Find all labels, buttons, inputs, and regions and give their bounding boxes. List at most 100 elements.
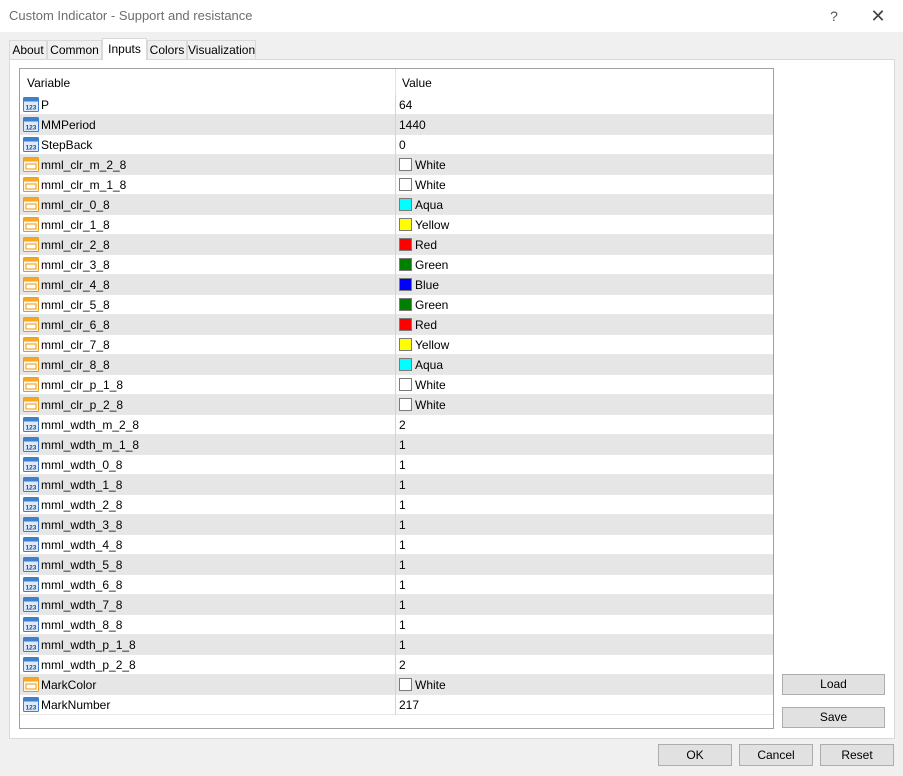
variable-value[interactable]: White xyxy=(415,678,446,692)
variable-name: mml_wdth_5_8 xyxy=(41,558,123,572)
color-swatch[interactable] xyxy=(399,338,412,351)
variable-value[interactable]: 1 xyxy=(399,498,406,512)
tab-colors[interactable]: Colors xyxy=(147,40,187,59)
grid-row[interactable]: 123 mml_wdth_1_8 1 xyxy=(20,475,773,495)
tab-about[interactable]: About xyxy=(9,40,47,59)
grid-row[interactable]: 123 mml_wdth_7_8 1 xyxy=(20,595,773,615)
grid-row[interactable]: mml_clr_8_8 Aqua xyxy=(20,355,773,375)
grid-row[interactable]: 123 mml_wdth_6_8 1 xyxy=(20,575,773,595)
color-swatch[interactable] xyxy=(399,298,412,311)
grid-row[interactable]: mml_clr_p_1_8 White xyxy=(20,375,773,395)
grid-row[interactable]: 123 mml_wdth_m_2_8 2 xyxy=(20,415,773,435)
variable-value[interactable]: Red xyxy=(415,318,437,332)
grid-row[interactable]: MarkColor White xyxy=(20,675,773,695)
grid-row[interactable]: mml_clr_1_8 Yellow xyxy=(20,215,773,235)
svg-text:123: 123 xyxy=(26,665,37,672)
grid-row[interactable]: 123 mml_wdth_0_8 1 xyxy=(20,455,773,475)
grid-row[interactable]: 123 MMPeriod 1440 xyxy=(20,115,773,135)
variable-name: mml_clr_m_1_8 xyxy=(41,178,127,192)
cell-divider xyxy=(395,475,396,495)
reset-button[interactable]: Reset xyxy=(820,744,894,766)
variable-value[interactable]: White xyxy=(415,158,446,172)
cancel-button[interactable]: Cancel xyxy=(739,744,813,766)
color-swatch[interactable] xyxy=(399,318,412,331)
load-button[interactable]: Load xyxy=(782,674,885,695)
grid-row[interactable]: 123 mml_wdth_3_8 1 xyxy=(20,515,773,535)
color-swatch[interactable] xyxy=(399,238,412,251)
cell-divider xyxy=(395,655,396,675)
grid-row[interactable]: mml_clr_7_8 Yellow xyxy=(20,335,773,355)
grid-row[interactable]: mml_clr_0_8 Aqua xyxy=(20,195,773,215)
variable-value[interactable]: 1 xyxy=(399,618,406,632)
variable-value[interactable]: White xyxy=(415,378,446,392)
grid-row[interactable]: mml_clr_m_1_8 White xyxy=(20,175,773,195)
variable-name: mml_clr_4_8 xyxy=(41,278,110,292)
column-divider[interactable] xyxy=(395,69,396,95)
grid-row[interactable]: 123 mml_wdth_8_8 1 xyxy=(20,615,773,635)
color-swatch[interactable] xyxy=(399,278,412,291)
grid-row[interactable]: mml_clr_4_8 Blue xyxy=(20,275,773,295)
grid-row[interactable]: 123 StepBack 0 xyxy=(20,135,773,155)
color-swatch[interactable] xyxy=(399,158,412,171)
column-header-value[interactable]: Value xyxy=(402,76,432,90)
color-swatch[interactable] xyxy=(399,358,412,371)
color-swatch[interactable] xyxy=(399,178,412,191)
tab-inputs[interactable]: Inputs xyxy=(102,38,147,60)
color-swatch[interactable] xyxy=(399,258,412,271)
grid-row[interactable]: 123 mml_wdth_m_1_8 1 xyxy=(20,435,773,455)
variable-value[interactable]: Aqua xyxy=(415,198,443,212)
color-swatch[interactable] xyxy=(399,398,412,411)
variable-value[interactable]: 1440 xyxy=(399,118,426,132)
variable-value[interactable]: Green xyxy=(415,258,448,272)
grid-row[interactable]: 123 mml_wdth_5_8 1 xyxy=(20,555,773,575)
grid-row[interactable]: 123 mml_wdth_4_8 1 xyxy=(20,535,773,555)
variable-value[interactable]: 0 xyxy=(399,138,406,152)
variable-value[interactable]: 1 xyxy=(399,638,406,652)
variable-value[interactable]: Aqua xyxy=(415,358,443,372)
variable-value[interactable]: Yellow xyxy=(415,338,449,352)
color-swatch[interactable] xyxy=(399,678,412,691)
grid-row[interactable]: mml_clr_3_8 Green xyxy=(20,255,773,275)
variable-value[interactable]: Green xyxy=(415,298,448,312)
variable-value[interactable]: Blue xyxy=(415,278,439,292)
number-icon: 123 xyxy=(23,557,39,572)
cell-divider xyxy=(395,95,396,115)
grid-row[interactable]: mml_clr_6_8 Red xyxy=(20,315,773,335)
grid-row[interactable]: 123 mml_wdth_p_2_8 2 xyxy=(20,655,773,675)
variable-value[interactable]: 1 xyxy=(399,518,406,532)
tab-visualization[interactable]: Visualization xyxy=(187,40,256,59)
grid-row[interactable]: mml_clr_5_8 Green xyxy=(20,295,773,315)
color-swatch[interactable] xyxy=(399,218,412,231)
variable-value[interactable]: 1 xyxy=(399,558,406,572)
grid-row[interactable]: mml_clr_m_2_8 White xyxy=(20,155,773,175)
tab-common[interactable]: Common xyxy=(47,40,102,59)
help-button[interactable]: ? xyxy=(822,4,846,28)
save-button[interactable]: Save xyxy=(782,707,885,728)
grid-row[interactable]: 123 P 64 xyxy=(20,95,773,115)
variable-value[interactable]: 1 xyxy=(399,598,406,612)
variable-value[interactable]: 2 xyxy=(399,658,406,672)
ok-button[interactable]: OK xyxy=(658,744,732,766)
cell-divider xyxy=(395,555,396,575)
variable-value[interactable]: White xyxy=(415,398,446,412)
close-button[interactable]: ✕ xyxy=(866,4,890,28)
color-swatch[interactable] xyxy=(399,378,412,391)
variable-value[interactable]: 2 xyxy=(399,418,406,432)
variable-value[interactable]: 1 xyxy=(399,438,406,452)
grid-row[interactable]: 123 mml_wdth_2_8 1 xyxy=(20,495,773,515)
variable-value[interactable]: 64 xyxy=(399,98,412,112)
variable-value[interactable]: 1 xyxy=(399,458,406,472)
variable-value[interactable]: Red xyxy=(415,238,437,252)
variable-value[interactable]: 1 xyxy=(399,538,406,552)
variable-value[interactable]: 1 xyxy=(399,478,406,492)
column-header-variable[interactable]: Variable xyxy=(27,76,70,90)
grid-row[interactable]: mml_clr_2_8 Red xyxy=(20,235,773,255)
grid-row[interactable]: 123 mml_wdth_p_1_8 1 xyxy=(20,635,773,655)
variable-value[interactable]: 217 xyxy=(399,698,419,712)
color-swatch[interactable] xyxy=(399,198,412,211)
variable-value[interactable]: White xyxy=(415,178,446,192)
grid-row[interactable]: mml_clr_p_2_8 White xyxy=(20,395,773,415)
variable-value[interactable]: 1 xyxy=(399,578,406,592)
variable-value[interactable]: Yellow xyxy=(415,218,449,232)
grid-row[interactable]: 123 MarkNumber 217 xyxy=(20,695,773,715)
